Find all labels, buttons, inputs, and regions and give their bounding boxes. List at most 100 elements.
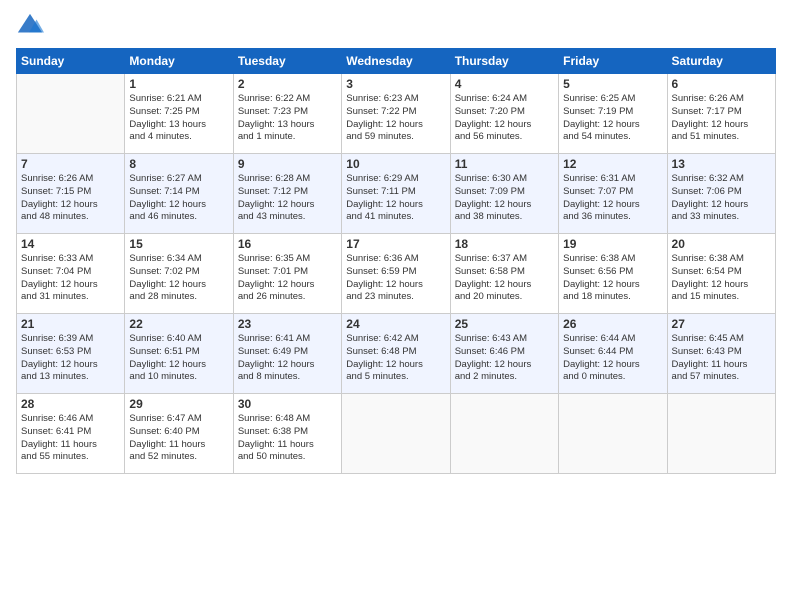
calendar-cell: 27 Sunrise: 6:45 AM Sunset: 6:43 PM Dayli…: [667, 314, 775, 394]
day-number: 19: [563, 237, 662, 251]
cell-info: Sunrise: 6:30 AM Sunset: 7:09 PM Dayligh…: [455, 173, 554, 224]
calendar-cell: 1 Sunrise: 6:21 AM Sunset: 7:25 PM Daylig…: [125, 74, 233, 154]
cell-info: Sunrise: 6:23 AM Sunset: 7:22 PM Dayligh…: [346, 93, 445, 144]
day-number: 24: [346, 317, 445, 331]
weekday-header-sunday: Sunday: [17, 49, 125, 74]
cell-info: Sunrise: 6:31 AM Sunset: 7:07 PM Dayligh…: [563, 173, 662, 224]
calendar-cell: 7Sunrise: 6:26 AM Sunset: 7:15 PM Daylig…: [17, 154, 125, 234]
cell-info: Sunrise: 6:25 AM Sunset: 7:19 PM Dayligh…: [563, 93, 662, 144]
weekday-header-tuesday: Tuesday: [233, 49, 341, 74]
calendar-cell: 12 Sunrise: 6:31 AM Sunset: 7:07 PM Dayli…: [559, 154, 667, 234]
calendar-cell: 16 Sunrise: 6:35 AM Sunset: 7:01 PM Dayli…: [233, 234, 341, 314]
calendar-cell: 20 Sunrise: 6:38 AM Sunset: 6:54 PM Dayli…: [667, 234, 775, 314]
calendar-cell: 13 Sunrise: 6:32 AM Sunset: 7:06 PM Dayli…: [667, 154, 775, 234]
cell-info: Sunrise: 6:32 AM Sunset: 7:06 PM Dayligh…: [672, 173, 771, 224]
calendar-cell: 17 Sunrise: 6:36 AM Sunset: 6:59 PM Dayli…: [342, 234, 450, 314]
calendar-cell: [17, 74, 125, 154]
weekday-header-row: SundayMondayTuesdayWednesdayThursdayFrid…: [17, 49, 776, 74]
cell-info: Sunrise: 6:48 AM Sunset: 6:38 PM Dayligh…: [238, 413, 337, 464]
calendar-cell: 21Sunrise: 6:39 AM Sunset: 6:53 PM Dayli…: [17, 314, 125, 394]
page: SundayMondayTuesdayWednesdayThursdayFrid…: [0, 0, 792, 612]
cell-info: Sunrise: 6:24 AM Sunset: 7:20 PM Dayligh…: [455, 93, 554, 144]
calendar-table: SundayMondayTuesdayWednesdayThursdayFrid…: [16, 48, 776, 474]
day-number: 1: [129, 77, 228, 91]
cell-info: Sunrise: 6:33 AM Sunset: 7:04 PM Dayligh…: [21, 253, 120, 304]
day-number: 6: [672, 77, 771, 91]
calendar-cell: 18Sunrise: 6:37 AM Sunset: 6:58 PM Dayli…: [450, 234, 558, 314]
calendar-cell: [667, 394, 775, 474]
day-number: 30: [238, 397, 337, 411]
calendar-week-row: 28 Sunrise: 6:46 AM Sunset: 6:41 PM Dayli…: [17, 394, 776, 474]
day-number: 25: [455, 317, 554, 331]
day-number: 14: [21, 237, 120, 251]
cell-info: Sunrise: 6:46 AM Sunset: 6:41 PM Dayligh…: [21, 413, 120, 464]
calendar-cell: 3 Sunrise: 6:23 AM Sunset: 7:22 PM Daylig…: [342, 74, 450, 154]
cell-info: Sunrise: 6:42 AM Sunset: 6:48 PM Dayligh…: [346, 333, 445, 384]
day-number: 12: [563, 157, 662, 171]
calendar-cell: 15 Sunrise: 6:34 AM Sunset: 7:02 PM Dayli…: [125, 234, 233, 314]
cell-info: Sunrise: 6:35 AM Sunset: 7:01 PM Dayligh…: [238, 253, 337, 304]
day-number: 10: [346, 157, 445, 171]
day-number: 23: [238, 317, 337, 331]
day-number: 15: [129, 237, 228, 251]
logo-icon: [16, 12, 44, 40]
day-number: 3: [346, 77, 445, 91]
cell-info: Sunrise: 6:21 AM Sunset: 7:25 PM Dayligh…: [129, 93, 228, 144]
day-number: 4: [455, 77, 554, 91]
day-number: 28: [21, 397, 120, 411]
cell-info: Sunrise: 6:44 AM Sunset: 6:44 PM Dayligh…: [563, 333, 662, 384]
day-number: 13: [672, 157, 771, 171]
calendar-cell: [559, 394, 667, 474]
weekday-header-friday: Friday: [559, 49, 667, 74]
calendar-cell: 2 Sunrise: 6:22 AM Sunset: 7:23 PM Daylig…: [233, 74, 341, 154]
calendar-cell: [342, 394, 450, 474]
calendar-cell: 8 Sunrise: 6:27 AM Sunset: 7:14 PM Daylig…: [125, 154, 233, 234]
calendar-cell: 4 Sunrise: 6:24 AM Sunset: 7:20 PM Daylig…: [450, 74, 558, 154]
day-number: 5: [563, 77, 662, 91]
day-number: 8: [129, 157, 228, 171]
cell-info: Sunrise: 6:34 AM Sunset: 7:02 PM Dayligh…: [129, 253, 228, 304]
day-number: 17: [346, 237, 445, 251]
header: [16, 12, 776, 40]
calendar-week-row: 14 Sunrise: 6:33 AM Sunset: 7:04 PM Dayli…: [17, 234, 776, 314]
calendar-cell: 25 Sunrise: 6:43 AM Sunset: 6:46 PM Dayli…: [450, 314, 558, 394]
cell-info: Sunrise: 6:36 AM Sunset: 6:59 PM Dayligh…: [346, 253, 445, 304]
day-number: 16: [238, 237, 337, 251]
calendar-cell: 26 Sunrise: 6:44 AM Sunset: 6:44 PM Dayli…: [559, 314, 667, 394]
day-number: 9: [238, 157, 337, 171]
day-number: 2: [238, 77, 337, 91]
cell-info: Sunrise: 6:45 AM Sunset: 6:43 PM Dayligh…: [672, 333, 771, 384]
calendar-cell: 22 Sunrise: 6:40 AM Sunset: 6:51 PM Dayli…: [125, 314, 233, 394]
calendar-cell: 23Sunrise: 6:41 AM Sunset: 6:49 PM Dayli…: [233, 314, 341, 394]
calendar-cell: 10Sunrise: 6:29 AM Sunset: 7:11 PM Dayli…: [342, 154, 450, 234]
day-number: 7: [21, 157, 120, 171]
cell-info: Sunrise: 6:26 AM Sunset: 7:17 PM Dayligh…: [672, 93, 771, 144]
cell-info: Sunrise: 6:40 AM Sunset: 6:51 PM Dayligh…: [129, 333, 228, 384]
cell-info: Sunrise: 6:38 AM Sunset: 6:54 PM Dayligh…: [672, 253, 771, 304]
day-number: 21: [21, 317, 120, 331]
cell-info: Sunrise: 6:28 AM Sunset: 7:12 PM Dayligh…: [238, 173, 337, 224]
weekday-header-thursday: Thursday: [450, 49, 558, 74]
day-number: 27: [672, 317, 771, 331]
day-number: 20: [672, 237, 771, 251]
day-number: 26: [563, 317, 662, 331]
calendar-cell: 14 Sunrise: 6:33 AM Sunset: 7:04 PM Dayli…: [17, 234, 125, 314]
day-number: 11: [455, 157, 554, 171]
calendar-cell: 28 Sunrise: 6:46 AM Sunset: 6:41 PM Dayli…: [17, 394, 125, 474]
weekday-header-saturday: Saturday: [667, 49, 775, 74]
cell-info: Sunrise: 6:47 AM Sunset: 6:40 PM Dayligh…: [129, 413, 228, 464]
cell-info: Sunrise: 6:22 AM Sunset: 7:23 PM Dayligh…: [238, 93, 337, 144]
calendar-cell: 19 Sunrise: 6:38 AM Sunset: 6:56 PM Dayli…: [559, 234, 667, 314]
calendar-cell: 24 Sunrise: 6:42 AM Sunset: 6:48 PM Dayli…: [342, 314, 450, 394]
cell-info: Sunrise: 6:27 AM Sunset: 7:14 PM Dayligh…: [129, 173, 228, 224]
calendar-week-row: 7Sunrise: 6:26 AM Sunset: 7:15 PM Daylig…: [17, 154, 776, 234]
day-number: 22: [129, 317, 228, 331]
cell-info: Sunrise: 6:37 AM Sunset: 6:58 PM Dayligh…: [455, 253, 554, 304]
day-number: 29: [129, 397, 228, 411]
calendar-cell: 29 Sunrise: 6:47 AM Sunset: 6:40 PM Dayli…: [125, 394, 233, 474]
calendar-cell: 5 Sunrise: 6:25 AM Sunset: 7:19 PM Daylig…: [559, 74, 667, 154]
cell-info: Sunrise: 6:38 AM Sunset: 6:56 PM Dayligh…: [563, 253, 662, 304]
calendar-cell: 9 Sunrise: 6:28 AM Sunset: 7:12 PM Daylig…: [233, 154, 341, 234]
cell-info: Sunrise: 6:43 AM Sunset: 6:46 PM Dayligh…: [455, 333, 554, 384]
weekday-header-wednesday: Wednesday: [342, 49, 450, 74]
